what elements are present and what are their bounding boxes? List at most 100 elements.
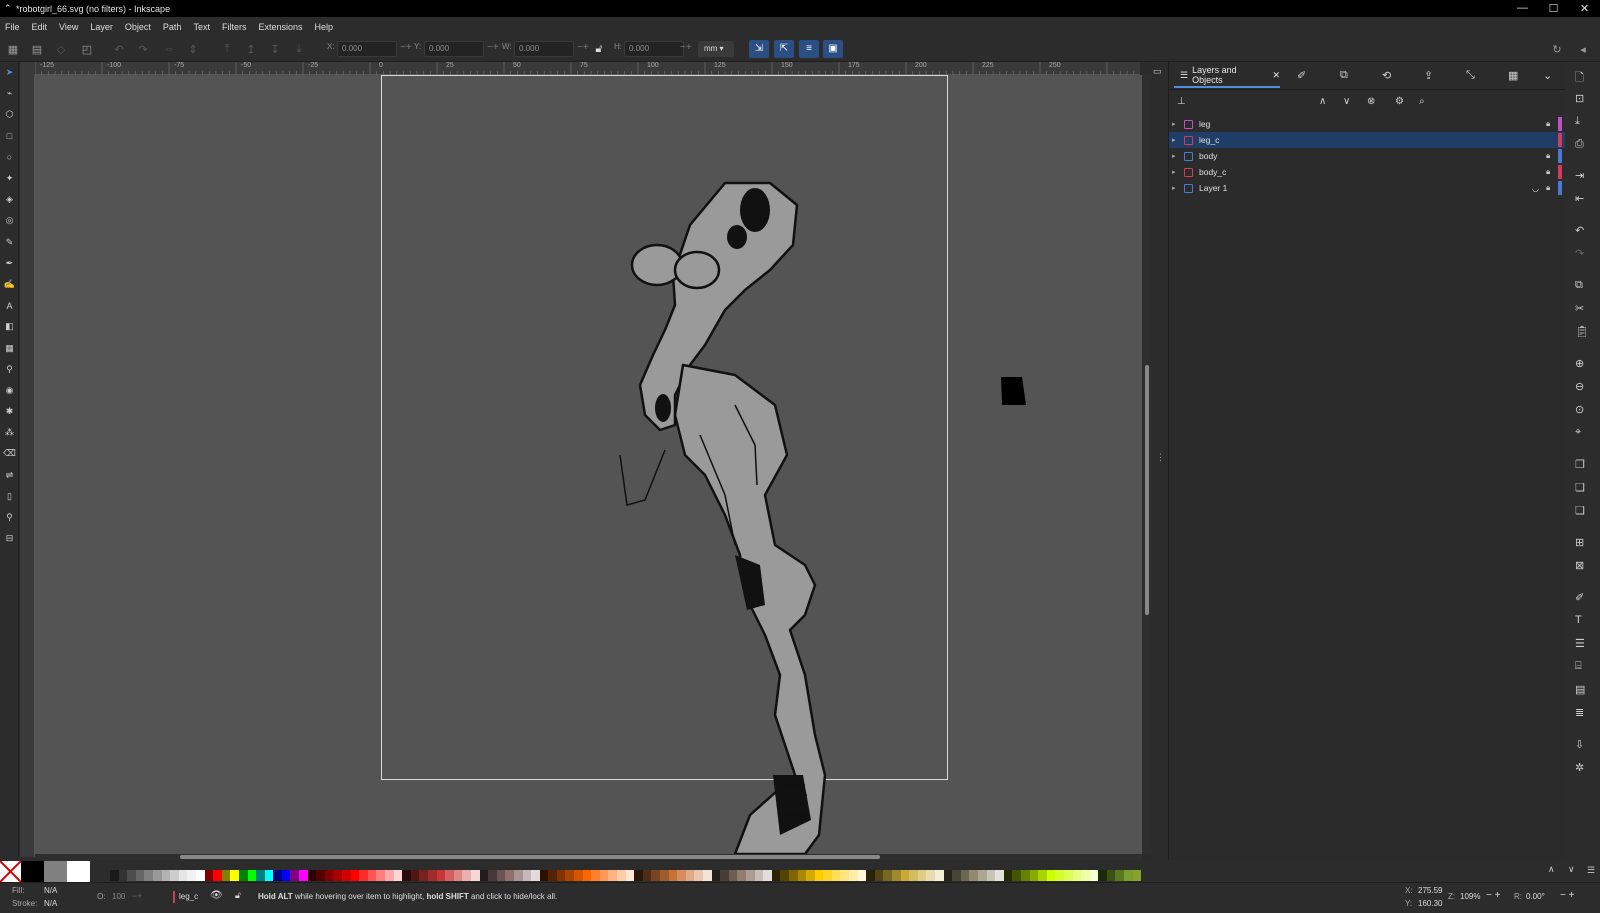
color-swatch[interactable]	[642, 870, 652, 881]
color-swatch[interactable]	[213, 870, 222, 881]
new-document-icon[interactable]: 🗋︎	[1575, 69, 1584, 88]
color-swatch[interactable]	[565, 870, 575, 881]
robot-girl-drawing[interactable]	[35, 75, 1142, 854]
fill-stroke-icon[interactable]: ✐	[1575, 591, 1584, 604]
print-icon[interactable]: ⎙	[1575, 138, 1584, 151]
horizontal-ruler[interactable]: -125 -100 -75 -50 -25 0 25 50 75 100 125…	[35, 62, 1140, 75]
palette-swatches[interactable]	[110, 870, 1142, 881]
color-swatch[interactable]	[324, 870, 334, 881]
tweak-tool-icon[interactable]: ✱	[0, 401, 19, 422]
no-paint-swatch[interactable]	[0, 860, 21, 882]
color-swatch[interactable]	[290, 870, 300, 881]
layer-row-leg[interactable]: ▸ leg 🔒︎	[1169, 116, 1566, 132]
expand-chevron-icon[interactable]: ▸	[1172, 168, 1184, 176]
color-swatch[interactable]	[849, 870, 858, 881]
color-swatch[interactable]	[135, 870, 145, 881]
color-swatch[interactable]	[359, 870, 368, 881]
open-icon[interactable]: ⊡	[1575, 92, 1584, 105]
duplicate-icon[interactable]: ❐	[1575, 458, 1585, 471]
symbols-tab-icon[interactable]: ▦	[1508, 69, 1518, 82]
color-swatch[interactable]	[256, 870, 265, 881]
move-down-icon[interactable]: ∨	[1343, 96, 1350, 107]
color-swatch[interactable]	[1132, 870, 1142, 881]
mesh-tool-icon[interactable]: ▦	[0, 337, 19, 358]
color-swatch[interactable]	[170, 870, 179, 881]
canvas[interactable]	[35, 75, 1142, 854]
color-swatch[interactable]	[204, 870, 214, 881]
color-swatch[interactable]	[1124, 870, 1133, 881]
lower-icon[interactable]: ↧	[268, 40, 282, 58]
color-swatch[interactable]	[118, 870, 128, 881]
layer-row-body-c[interactable]: ▸ body_c 🔒︎	[1169, 164, 1566, 180]
color-swatch[interactable]	[797, 870, 807, 881]
color-swatch[interactable]	[152, 870, 162, 881]
palette-scroll-down-icon[interactable]: ∨	[1568, 864, 1575, 875]
copy-icon[interactable]: ⧉	[1575, 279, 1583, 292]
horizontal-scroll-thumb[interactable]	[180, 855, 880, 859]
text-font-icon[interactable]: T	[1575, 614, 1582, 626]
white-swatch[interactable]	[67, 860, 90, 882]
display-mode-icon[interactable]: ▭	[1153, 66, 1162, 77]
lock-icon[interactable]: 🔒︎	[1546, 167, 1550, 177]
black-swatch[interactable]	[21, 860, 44, 882]
color-swatch[interactable]	[221, 870, 231, 881]
color-swatch[interactable]	[281, 870, 291, 881]
snap-popover-icon[interactable]: ◂	[1576, 40, 1590, 58]
add-layer-icon[interactable]: ⊥	[1177, 96, 1186, 107]
gradient-tool-icon[interactable]: ◧	[0, 316, 19, 337]
color-swatch[interactable]	[977, 870, 987, 881]
color-swatch[interactable]	[144, 870, 153, 881]
color-swatch[interactable]	[539, 870, 549, 881]
color-swatch[interactable]	[402, 870, 411, 881]
text-tool-icon[interactable]: A	[0, 295, 19, 316]
color-swatch[interactable]	[599, 870, 609, 881]
measure-tool-icon[interactable]: ⊟	[0, 528, 19, 549]
color-swatch[interactable]	[410, 870, 420, 881]
paste-icon[interactable]: 📋︎	[1575, 325, 1589, 338]
dropper-tool-icon[interactable]: ⚲	[0, 359, 19, 380]
layer-color-tag[interactable]	[1558, 149, 1562, 163]
xml-editor-icon[interactable]: ⌸	[1575, 660, 1582, 673]
color-swatch[interactable]	[883, 870, 893, 881]
color-swatch[interactable]	[831, 870, 841, 881]
color-swatch[interactable]	[866, 870, 875, 881]
color-swatch[interactable]	[711, 870, 721, 881]
tabs-menu-chevron-down-icon[interactable]: ⌄	[1543, 69, 1552, 82]
color-swatch[interactable]	[307, 870, 317, 881]
connector-tool-icon[interactable]: ⇌	[0, 465, 19, 486]
zoom-drawing-icon[interactable]: ⊖	[1575, 380, 1584, 393]
x-input[interactable]: 0.000	[337, 41, 397, 57]
lock-ratio-icon[interactable]: 🔓︎	[592, 40, 606, 58]
color-swatch[interactable]	[900, 870, 910, 881]
touch-select-icon[interactable]: ◰	[80, 40, 94, 58]
node-tool-icon[interactable]: ⌁	[0, 83, 19, 104]
3d-box-tool-icon[interactable]: ◈	[0, 189, 19, 210]
eraser-tool-icon[interactable]: ⌫	[0, 443, 19, 464]
h-stepper-icon[interactable]: −+	[680, 42, 692, 53]
color-swatch[interactable]	[350, 870, 360, 881]
align-icon[interactable]: ≣	[1575, 706, 1584, 719]
clone-icon[interactable]: ❏	[1575, 481, 1585, 494]
menu-path[interactable]: Path	[163, 22, 182, 32]
document-properties-icon[interactable]: ▤	[1575, 683, 1585, 696]
stroke-value[interactable]: N/A	[44, 899, 57, 908]
raise-icon[interactable]: ↥	[244, 40, 258, 58]
x-stepper-icon[interactable]: −+	[400, 42, 412, 53]
color-swatch[interactable]	[745, 870, 755, 881]
color-swatch[interactable]	[969, 870, 978, 881]
rotate-cw-icon[interactable]: ↷	[136, 40, 150, 58]
scale-stroke-icon[interactable]: ⇲	[749, 40, 769, 58]
layer-row-body[interactable]: ▸ body 🔒︎	[1169, 148, 1566, 164]
color-swatch[interactable]	[702, 870, 712, 881]
color-swatch[interactable]	[685, 870, 695, 881]
star-tool-icon[interactable]: ✦	[0, 168, 19, 189]
layer-lock-icon[interactable]: 🔓︎	[235, 890, 241, 901]
color-swatch[interactable]	[995, 870, 1004, 881]
layer-visibility-eye-icon[interactable]: 👁︎	[210, 890, 223, 901]
color-swatch[interactable]	[531, 870, 540, 881]
lock-icon[interactable]: 🔒︎	[1546, 151, 1550, 161]
color-swatch[interactable]	[376, 870, 385, 881]
export-icon[interactable]: ⇤	[1575, 192, 1584, 205]
color-swatch[interactable]	[935, 870, 944, 881]
paint-bucket-tool-icon[interactable]: ◉	[0, 380, 19, 401]
